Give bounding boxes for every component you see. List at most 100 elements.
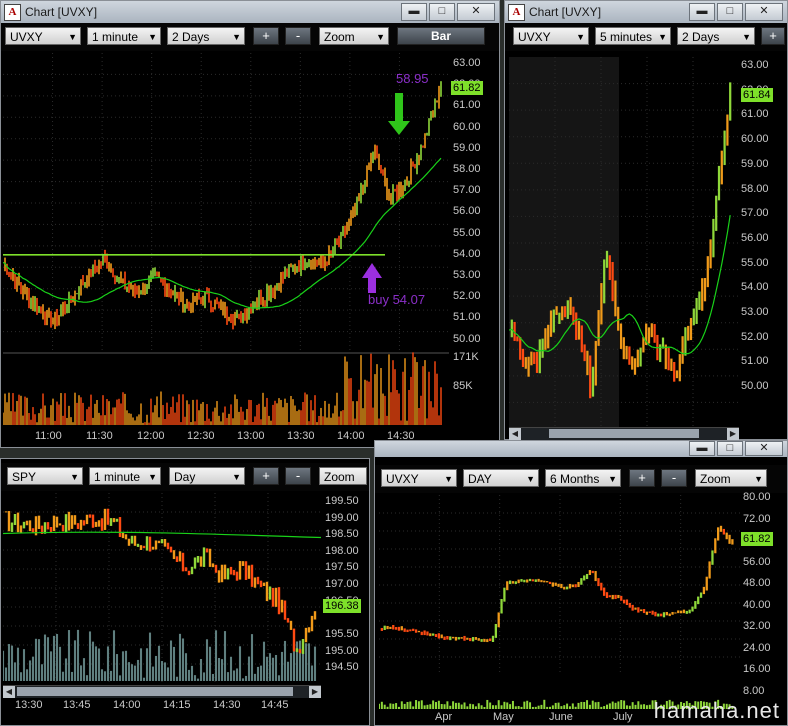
chart-window-spy-1min: SPY ▼ 1 minute ▼ Day ▼ + - Zoom 199.50 199.0… — [0, 458, 370, 726]
time-tick-label: June — [549, 711, 573, 723]
close-button[interactable]: ✕ — [745, 3, 783, 21]
chevron-down-icon: ▼ — [526, 474, 535, 484]
price-tick-label: 51.00 — [453, 311, 481, 324]
time-tick-label: 11:30 — [86, 430, 113, 442]
scroll-left-icon[interactable]: ◀ — [3, 686, 15, 698]
buy-annotation: buy 54.07 — [368, 292, 426, 307]
range-select[interactable]: Day ▼ — [169, 467, 245, 485]
chart-type-button[interactable]: Bar — [397, 27, 485, 45]
chevron-down-icon: ▼ — [742, 32, 751, 42]
price-plot[interactable] — [509, 57, 739, 429]
horizontal-scrollbar[interactable]: ◀ ▶ — [509, 427, 739, 440]
price-tick-label: 58.00 — [453, 163, 481, 175]
price-tick-label: 198.50 — [325, 528, 359, 541]
price-tick-label: 53.00 — [453, 269, 481, 281]
scrollbar-thumb[interactable] — [17, 687, 293, 696]
zoom-select[interactable]: Zoom — [319, 467, 367, 485]
maximize-button[interactable]: □ — [429, 3, 455, 21]
symbol-select[interactable]: UVXY ▼ — [5, 27, 81, 45]
price-plot[interactable] — [379, 495, 741, 713]
interval-select[interactable]: 1 minute ▼ — [87, 27, 161, 45]
price-plot[interactable] — [3, 53, 449, 429]
symbol-select[interactable]: UVXY ▼ — [381, 469, 457, 487]
interval-select[interactable]: 1 minute ▼ — [89, 467, 161, 485]
chevron-down-icon: ▼ — [148, 32, 157, 42]
window-title: Chart [UVXY] — [529, 5, 602, 19]
zoom-in-button[interactable]: + — [253, 27, 279, 45]
close-button[interactable]: ✕ — [457, 3, 495, 21]
chevron-down-icon: ▼ — [608, 474, 617, 484]
price-tick-label: 197.50 — [325, 561, 359, 574]
chart-toolbar: UVXY ▼ 5 minutes ▼ 2 Days ▼ + — [505, 23, 787, 51]
price-tick-label: 56.00 — [741, 231, 769, 244]
window-titlebar[interactable]: A Chart [UVXY] ▬ □ ✕ — [1, 1, 499, 23]
scroll-left-icon[interactable]: ◀ — [509, 428, 521, 440]
zoom-in-button[interactable]: + — [629, 469, 655, 487]
symbol-select[interactable]: UVXY ▼ — [513, 27, 589, 45]
time-tick-label: 14:30 — [213, 699, 241, 711]
maximize-button[interactable]: □ — [717, 3, 743, 21]
symbol-select[interactable]: SPY ▼ — [7, 467, 83, 485]
scrollbar-thumb[interactable] — [549, 429, 699, 438]
zoom-out-button[interactable]: - — [285, 467, 311, 485]
time-tick-label: May — [493, 711, 514, 723]
chevron-down-icon: ▼ — [70, 472, 79, 482]
price-plot[interactable] — [3, 493, 321, 683]
price-tick-label: 61.00 — [453, 99, 481, 112]
price-tick-label: 24.00 — [743, 641, 771, 654]
window-titlebar[interactable]: ▬ □ ✕ — [375, 441, 787, 457]
interval-select[interactable]: 5 minutes ▼ — [595, 27, 671, 45]
scroll-right-icon[interactable]: ▶ — [309, 686, 321, 698]
maximize-button[interactable]: □ — [717, 441, 743, 456]
horizontal-scrollbar[interactable]: ◀ ▶ — [3, 685, 321, 698]
price-tick-label: 57.00 — [453, 184, 481, 197]
price-tick-label: 50.00 — [453, 332, 481, 345]
last-price-badge: 61.82 — [741, 532, 773, 546]
price-tick-label: 194.50 — [325, 661, 359, 674]
watermark-text: hamaha.net — [653, 698, 780, 723]
price-tick-label: 58.00 — [741, 182, 769, 195]
zoom-select[interactable]: Zoom ▼ — [319, 27, 389, 45]
chart-toolbar: SPY ▼ 1 minute ▼ Day ▼ + - Zoom — [1, 463, 369, 491]
range-select[interactable]: 2 Days ▼ — [677, 27, 755, 45]
zoom-out-button[interactable]: - — [661, 469, 687, 487]
time-tick-label: 14:00 — [113, 699, 141, 711]
price-tick-label: 199.00 — [325, 511, 359, 524]
price-tick-label: 60.00 — [453, 120, 481, 133]
minimize-button[interactable]: ▬ — [689, 441, 715, 456]
minimize-button[interactable]: ▬ — [401, 3, 427, 21]
time-tick-label: 12:30 — [187, 430, 215, 442]
price-tick-label: 63.00 — [453, 57, 481, 69]
price-tick-label: 60.00 — [741, 133, 769, 146]
volume-tick-label: 85K — [453, 380, 473, 392]
time-tick-label: 14:00 — [337, 430, 365, 442]
chevron-down-icon: ▼ — [68, 32, 77, 42]
app-icon: A — [4, 4, 21, 21]
chevron-down-icon: ▼ — [232, 32, 241, 42]
chart-toolbar: UVXY ▼ 1 minute ▼ 2 Days ▼ + - Zoom ▼ Bar — [1, 23, 499, 51]
window-title: Chart [UVXY] — [25, 5, 98, 19]
time-tick-label: 12:00 — [137, 430, 165, 442]
chart-window-uvxy-1min: A Chart [UVXY] ▬ □ ✕ UVXY ▼ 1 minute ▼ 2 D… — [0, 0, 500, 448]
price-tick-label: 32.00 — [743, 620, 771, 632]
range-select[interactable]: 6 Months ▼ — [545, 469, 621, 487]
range-select[interactable]: 2 Days ▼ — [167, 27, 245, 45]
price-tick-label: 61.00 — [741, 108, 769, 121]
zoom-in-button[interactable]: + — [761, 27, 785, 45]
zoom-select[interactable]: Zoom ▼ — [695, 469, 767, 487]
price-tick-label: 16.00 — [743, 663, 771, 675]
window-titlebar[interactable]: A Chart [UVXY] ▬ □ ✕ — [505, 1, 787, 23]
price-tick-label: 51.00 — [741, 355, 769, 368]
price-tick-label: 55.00 — [453, 226, 481, 239]
minimize-button[interactable]: ▬ — [689, 3, 715, 21]
last-price-badge: 61.84 — [741, 88, 773, 102]
price-tick-label: 57.00 — [741, 207, 769, 220]
last-price-badge: 196.38 — [323, 599, 361, 613]
price-tick-label: 198.00 — [325, 544, 359, 557]
interval-select[interactable]: DAY ▼ — [463, 469, 539, 487]
time-tick-label: 13:30 — [287, 430, 315, 442]
scroll-right-icon[interactable]: ▶ — [727, 428, 739, 440]
zoom-out-button[interactable]: - — [285, 27, 311, 45]
zoom-in-button[interactable]: + — [253, 467, 279, 485]
close-button[interactable]: ✕ — [745, 441, 783, 456]
